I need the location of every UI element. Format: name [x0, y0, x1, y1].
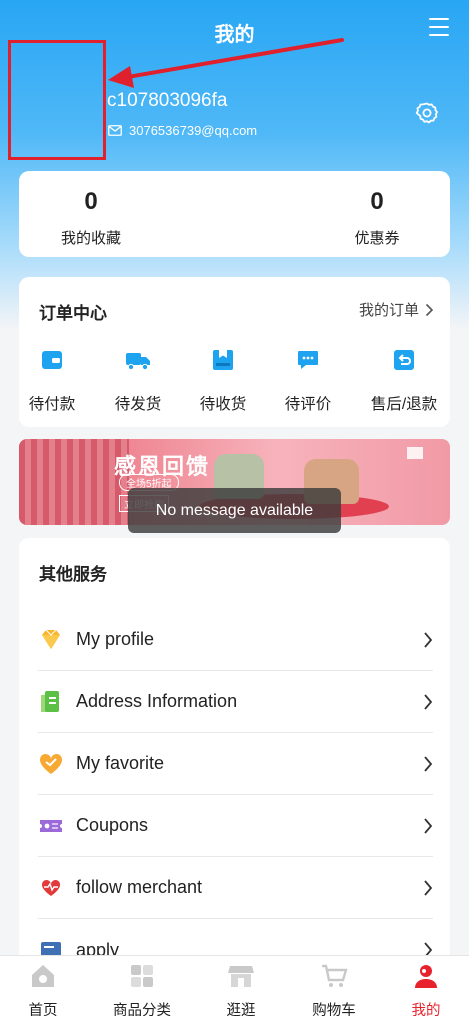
order-after-sales[interactable]: 售后/退款 — [364, 349, 444, 414]
mail-icon — [108, 125, 122, 136]
chevron-right-icon — [425, 303, 434, 316]
chevron-right-icon — [424, 693, 433, 710]
service-label: My profile — [76, 629, 155, 649]
order-pending-receipt[interactable]: 待收货 — [183, 349, 263, 414]
service-label: follow merchant — [76, 877, 203, 897]
order-pending-shipment[interactable]: 待发货 — [98, 349, 178, 414]
service-address-information[interactable]: Address Information — [38, 671, 433, 733]
service-coupons[interactable]: Coupons — [38, 795, 433, 857]
tab-label: 商品分类 — [113, 1003, 171, 1016]
chevron-right-icon — [424, 879, 433, 896]
order-pending-review-label: 待评价 — [284, 396, 332, 413]
tab-label: 我的 — [411, 1003, 441, 1016]
refund-icon — [394, 350, 414, 370]
tab-explore[interactable]: 逛逛 — [196, 962, 286, 1016]
tab-label: 购物车 — [312, 1003, 356, 1016]
email-text: 3076536739@qq.com — [129, 123, 258, 138]
heart-monitor-icon — [41, 879, 61, 896]
gear-icon[interactable] — [415, 101, 439, 125]
menu-icon[interactable] — [429, 18, 449, 36]
ticket-icon — [40, 819, 62, 832]
category-icon — [131, 965, 153, 987]
home-icon — [32, 965, 54, 987]
tab-label: 首页 — [28, 1003, 58, 1016]
chevron-right-icon — [424, 755, 433, 772]
order-pending-review[interactable]: 待评价 — [268, 349, 348, 414]
favorites-count: 0 — [84, 188, 98, 215]
diamond-icon — [42, 629, 60, 649]
tab-cart[interactable]: 购物车 — [289, 962, 379, 1016]
order-pending-payment-label: 待付款 — [28, 396, 76, 413]
order-center-card: 订单中心 我的订单 待付款 待发货 待收货 待评价 售后/退款 — [19, 277, 450, 427]
my-orders-label: 我的订单 — [358, 302, 419, 319]
banner-curtain — [19, 439, 129, 525]
chat-icon — [298, 351, 318, 369]
bottom-tab-bar: 首页 商品分类 逛逛 购物车 我的 — [0, 955, 469, 1016]
address-book-icon — [41, 690, 59, 712]
user-icon — [415, 965, 437, 988]
tab-home[interactable]: 首页 — [0, 962, 88, 1016]
coupons-label: 优惠券 — [354, 230, 400, 247]
service-label: Coupons — [76, 815, 149, 835]
tab-label: 逛逛 — [226, 1003, 256, 1016]
store-icon — [228, 966, 254, 987]
service-label: My favorite — [76, 753, 165, 773]
chevron-right-icon — [424, 631, 433, 648]
other-services-card: 其他服务 My profile Address Information My f… — [19, 538, 450, 968]
service-follow-merchant[interactable]: follow merchant — [38, 857, 433, 919]
truck-icon — [126, 353, 150, 371]
order-center-title: 订单中心 — [39, 304, 107, 323]
coupons-count: 0 — [370, 188, 384, 215]
email-row: 3076536739@qq.com — [108, 123, 257, 138]
tab-mine[interactable]: 我的 — [381, 962, 469, 1016]
service-my-favorite[interactable]: My favorite — [38, 733, 433, 795]
wallet-icon — [42, 351, 62, 369]
toast-message: No message available — [128, 488, 341, 533]
brand-tag — [407, 447, 423, 459]
order-after-sales-label: 售后/退款 — [370, 396, 438, 413]
service-my-profile[interactable]: My profile — [38, 609, 433, 671]
heart-icon — [39, 753, 63, 774]
my-orders-link[interactable]: 我的订单 — [359, 299, 434, 320]
favorites-label: 我的收藏 — [60, 230, 121, 247]
other-services-title: 其他服务 — [39, 565, 107, 584]
service-label: Address Information — [76, 691, 238, 711]
tab-category[interactable]: 商品分类 — [97, 962, 187, 1016]
favorites-stat[interactable]: 0 我的收藏 — [59, 185, 123, 248]
cart-icon — [322, 964, 348, 987]
stats-card: 0 我的收藏 0 优惠券 — [19, 171, 450, 257]
username: c107803096fa — [107, 90, 228, 111]
box-icon — [213, 350, 233, 370]
order-pending-payment[interactable]: 待付款 — [12, 349, 92, 414]
order-pending-receipt-label: 待收货 — [199, 396, 247, 413]
chevron-right-icon — [424, 817, 433, 834]
annotation-arrow-icon — [108, 38, 344, 88]
avatar[interactable] — [8, 40, 106, 160]
coupons-stat[interactable]: 0 优惠券 — [354, 185, 400, 248]
order-pending-shipment-label: 待发货 — [114, 396, 162, 413]
